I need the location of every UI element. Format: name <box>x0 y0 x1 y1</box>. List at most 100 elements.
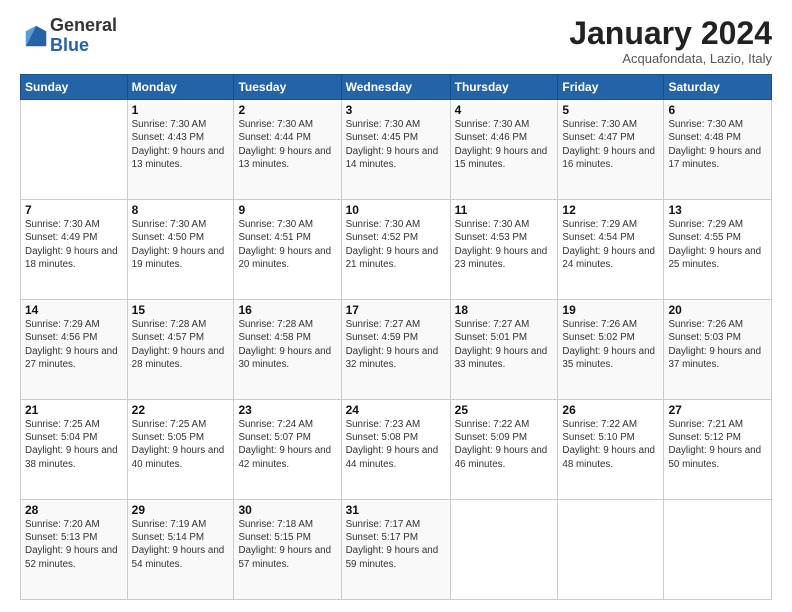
calendar-cell: 19Sunrise: 7:26 AMSunset: 5:02 PMDayligh… <box>558 300 664 400</box>
cell-info: Sunrise: 7:30 AMSunset: 4:50 PMDaylight:… <box>132 218 230 271</box>
calendar-cell: 12Sunrise: 7:29 AMSunset: 4:54 PMDayligh… <box>558 200 664 300</box>
logo: General Blue <box>20 16 117 56</box>
cell-info: Sunrise: 7:26 AMSunset: 5:02 PMDaylight:… <box>562 318 659 371</box>
cell-day-number: 4 <box>455 103 554 117</box>
calendar-cell: 30Sunrise: 7:18 AMSunset: 5:15 PMDayligh… <box>234 500 341 600</box>
cell-day-number: 14 <box>25 303 123 317</box>
logo-text: General Blue <box>50 16 117 56</box>
cell-day-number: 30 <box>238 503 336 517</box>
calendar-week-1: 1Sunrise: 7:30 AMSunset: 4:43 PMDaylight… <box>21 100 772 200</box>
calendar-cell: 1Sunrise: 7:30 AMSunset: 4:43 PMDaylight… <box>127 100 234 200</box>
cell-day-number: 20 <box>668 303 767 317</box>
cell-day-number: 16 <box>238 303 336 317</box>
cell-info: Sunrise: 7:29 AMSunset: 4:54 PMDaylight:… <box>562 218 659 271</box>
calendar-cell: 4Sunrise: 7:30 AMSunset: 4:46 PMDaylight… <box>450 100 558 200</box>
cell-info: Sunrise: 7:30 AMSunset: 4:51 PMDaylight:… <box>238 218 336 271</box>
cell-info: Sunrise: 7:30 AMSunset: 4:44 PMDaylight:… <box>238 118 336 171</box>
cell-day-number: 25 <box>455 403 554 417</box>
cell-day-number: 6 <box>668 103 767 117</box>
calendar-cell: 29Sunrise: 7:19 AMSunset: 5:14 PMDayligh… <box>127 500 234 600</box>
day-of-week-saturday: Saturday <box>664 75 772 100</box>
cell-info: Sunrise: 7:27 AMSunset: 4:59 PMDaylight:… <box>346 318 446 371</box>
cell-day-number: 29 <box>132 503 230 517</box>
cell-info: Sunrise: 7:30 AMSunset: 4:52 PMDaylight:… <box>346 218 446 271</box>
cell-info: Sunrise: 7:25 AMSunset: 5:04 PMDaylight:… <box>25 418 123 471</box>
calendar-cell: 17Sunrise: 7:27 AMSunset: 4:59 PMDayligh… <box>341 300 450 400</box>
cell-info: Sunrise: 7:22 AMSunset: 5:09 PMDaylight:… <box>455 418 554 471</box>
calendar-cell: 28Sunrise: 7:20 AMSunset: 5:13 PMDayligh… <box>21 500 128 600</box>
calendar-cell: 18Sunrise: 7:27 AMSunset: 5:01 PMDayligh… <box>450 300 558 400</box>
page: General Blue January 2024 Acquafondata, … <box>0 0 792 612</box>
cell-info: Sunrise: 7:24 AMSunset: 5:07 PMDaylight:… <box>238 418 336 471</box>
cell-info: Sunrise: 7:28 AMSunset: 4:57 PMDaylight:… <box>132 318 230 371</box>
cell-day-number: 22 <box>132 403 230 417</box>
calendar-cell: 10Sunrise: 7:30 AMSunset: 4:52 PMDayligh… <box>341 200 450 300</box>
cell-day-number: 26 <box>562 403 659 417</box>
calendar-cell: 31Sunrise: 7:17 AMSunset: 5:17 PMDayligh… <box>341 500 450 600</box>
cell-info: Sunrise: 7:20 AMSunset: 5:13 PMDaylight:… <box>25 518 123 571</box>
day-of-week-thursday: Thursday <box>450 75 558 100</box>
cell-info: Sunrise: 7:19 AMSunset: 5:14 PMDaylight:… <box>132 518 230 571</box>
cell-info: Sunrise: 7:18 AMSunset: 5:15 PMDaylight:… <box>238 518 336 571</box>
cell-day-number: 11 <box>455 203 554 217</box>
day-of-week-sunday: Sunday <box>21 75 128 100</box>
cell-day-number: 13 <box>668 203 767 217</box>
calendar-cell <box>450 500 558 600</box>
cell-info: Sunrise: 7:30 AMSunset: 4:43 PMDaylight:… <box>132 118 230 171</box>
calendar-cell: 20Sunrise: 7:26 AMSunset: 5:03 PMDayligh… <box>664 300 772 400</box>
cell-info: Sunrise: 7:28 AMSunset: 4:58 PMDaylight:… <box>238 318 336 371</box>
cell-day-number: 7 <box>25 203 123 217</box>
calendar-cell: 26Sunrise: 7:22 AMSunset: 5:10 PMDayligh… <box>558 400 664 500</box>
cell-day-number: 5 <box>562 103 659 117</box>
logo-blue: Blue <box>50 36 117 56</box>
location: Acquafondata, Lazio, Italy <box>569 51 772 66</box>
calendar-cell: 8Sunrise: 7:30 AMSunset: 4:50 PMDaylight… <box>127 200 234 300</box>
cell-day-number: 28 <box>25 503 123 517</box>
calendar-cell: 22Sunrise: 7:25 AMSunset: 5:05 PMDayligh… <box>127 400 234 500</box>
cell-info: Sunrise: 7:21 AMSunset: 5:12 PMDaylight:… <box>668 418 767 471</box>
calendar-cell: 3Sunrise: 7:30 AMSunset: 4:45 PMDaylight… <box>341 100 450 200</box>
cell-info: Sunrise: 7:30 AMSunset: 4:48 PMDaylight:… <box>668 118 767 171</box>
cell-info: Sunrise: 7:17 AMSunset: 5:17 PMDaylight:… <box>346 518 446 571</box>
cell-day-number: 19 <box>562 303 659 317</box>
title-block: January 2024 Acquafondata, Lazio, Italy <box>569 16 772 66</box>
header: General Blue January 2024 Acquafondata, … <box>20 16 772 66</box>
calendar-cell: 25Sunrise: 7:22 AMSunset: 5:09 PMDayligh… <box>450 400 558 500</box>
cell-info: Sunrise: 7:29 AMSunset: 4:55 PMDaylight:… <box>668 218 767 271</box>
cell-day-number: 31 <box>346 503 446 517</box>
calendar-header-row: SundayMondayTuesdayWednesdayThursdayFrid… <box>21 75 772 100</box>
calendar-cell: 6Sunrise: 7:30 AMSunset: 4:48 PMDaylight… <box>664 100 772 200</box>
cell-info: Sunrise: 7:25 AMSunset: 5:05 PMDaylight:… <box>132 418 230 471</box>
day-of-week-wednesday: Wednesday <box>341 75 450 100</box>
day-of-week-monday: Monday <box>127 75 234 100</box>
calendar-cell: 15Sunrise: 7:28 AMSunset: 4:57 PMDayligh… <box>127 300 234 400</box>
cell-day-number: 15 <box>132 303 230 317</box>
cell-day-number: 12 <box>562 203 659 217</box>
cell-info: Sunrise: 7:23 AMSunset: 5:08 PMDaylight:… <box>346 418 446 471</box>
cell-day-number: 1 <box>132 103 230 117</box>
calendar-cell: 7Sunrise: 7:30 AMSunset: 4:49 PMDaylight… <box>21 200 128 300</box>
calendar-cell: 5Sunrise: 7:30 AMSunset: 4:47 PMDaylight… <box>558 100 664 200</box>
calendar-cell: 9Sunrise: 7:30 AMSunset: 4:51 PMDaylight… <box>234 200 341 300</box>
calendar-cell <box>558 500 664 600</box>
cell-day-number: 24 <box>346 403 446 417</box>
calendar-cell: 21Sunrise: 7:25 AMSunset: 5:04 PMDayligh… <box>21 400 128 500</box>
cell-day-number: 9 <box>238 203 336 217</box>
cell-info: Sunrise: 7:27 AMSunset: 5:01 PMDaylight:… <box>455 318 554 371</box>
cell-day-number: 2 <box>238 103 336 117</box>
cell-info: Sunrise: 7:30 AMSunset: 4:46 PMDaylight:… <box>455 118 554 171</box>
calendar-cell: 27Sunrise: 7:21 AMSunset: 5:12 PMDayligh… <box>664 400 772 500</box>
calendar-week-5: 28Sunrise: 7:20 AMSunset: 5:13 PMDayligh… <box>21 500 772 600</box>
cell-day-number: 18 <box>455 303 554 317</box>
calendar-week-3: 14Sunrise: 7:29 AMSunset: 4:56 PMDayligh… <box>21 300 772 400</box>
calendar-table: SundayMondayTuesdayWednesdayThursdayFrid… <box>20 74 772 600</box>
calendar-cell: 14Sunrise: 7:29 AMSunset: 4:56 PMDayligh… <box>21 300 128 400</box>
cell-day-number: 21 <box>25 403 123 417</box>
calendar-cell: 16Sunrise: 7:28 AMSunset: 4:58 PMDayligh… <box>234 300 341 400</box>
cell-info: Sunrise: 7:30 AMSunset: 4:49 PMDaylight:… <box>25 218 123 271</box>
cell-info: Sunrise: 7:26 AMSunset: 5:03 PMDaylight:… <box>668 318 767 371</box>
calendar-week-2: 7Sunrise: 7:30 AMSunset: 4:49 PMDaylight… <box>21 200 772 300</box>
cell-info: Sunrise: 7:29 AMSunset: 4:56 PMDaylight:… <box>25 318 123 371</box>
cell-day-number: 3 <box>346 103 446 117</box>
calendar-cell: 24Sunrise: 7:23 AMSunset: 5:08 PMDayligh… <box>341 400 450 500</box>
